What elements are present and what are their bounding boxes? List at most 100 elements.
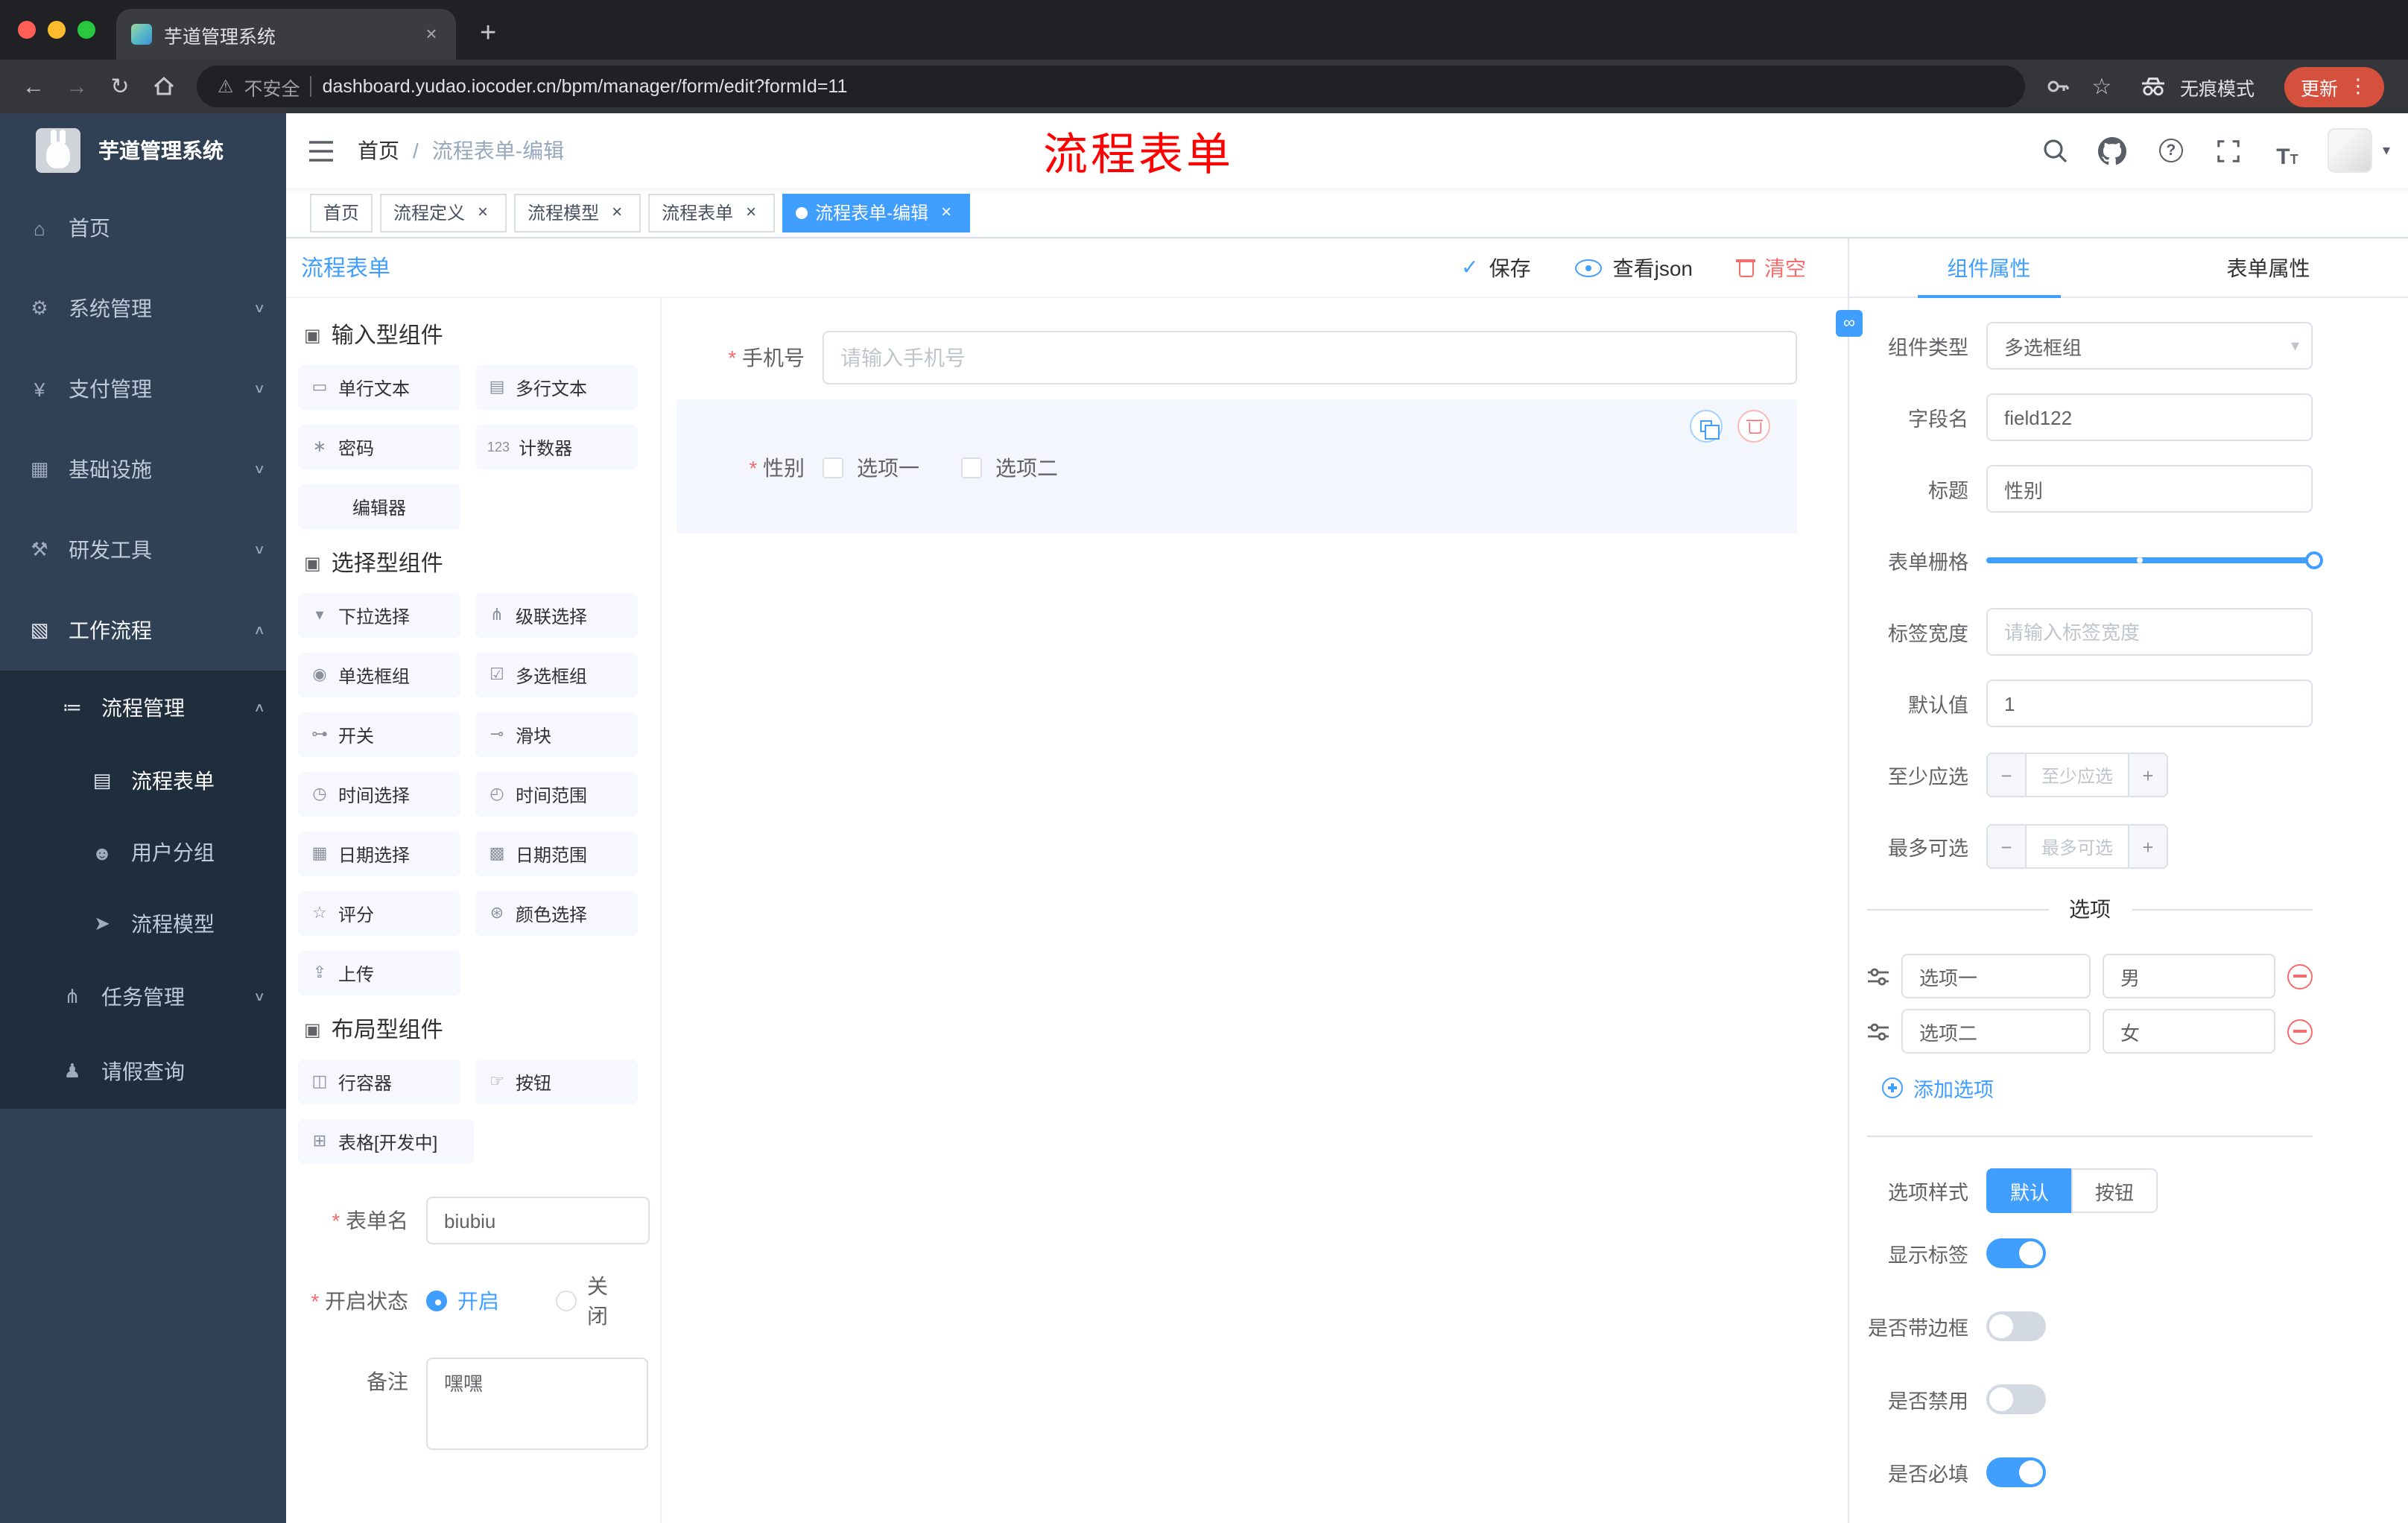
palette-chip[interactable]: ⊞ 表格[开发中] <box>298 1119 474 1164</box>
min-select-input[interactable]: 至少应选 <box>2027 754 2128 796</box>
tag-close-icon[interactable]: × <box>936 201 957 223</box>
tab-close-icon[interactable]: × <box>419 22 444 47</box>
status-radio-off[interactable]: 关闭 <box>556 1271 608 1331</box>
style-default-button[interactable]: 默认 <box>1986 1168 2072 1213</box>
palette-chip[interactable]: ▭ 单行文本 <box>298 365 460 410</box>
sidebar-item-task-management[interactable]: ⋔ 任务管理 ∨ <box>0 960 286 1034</box>
sidebar-item-process-form[interactable]: ▤ 流程表单 <box>0 745 286 817</box>
palette-chip[interactable]: ⊸ 滑块 <box>475 712 638 757</box>
palette-chip[interactable]: ☆ 评分 <box>298 891 460 936</box>
style-button-button[interactable]: 按钮 <box>2071 1168 2158 1213</box>
window-close-button[interactable] <box>18 21 36 39</box>
palette-chip[interactable]: 编辑器 <box>298 484 460 529</box>
field-name-input[interactable] <box>1986 393 2313 441</box>
toggle-switch[interactable] <box>1986 1238 2046 1268</box>
palette-chip[interactable]: ☑ 多选框组 <box>475 653 638 697</box>
url-box[interactable]: ⚠ 不安全 dashboard.yudao.iocoder.cn/bpm/man… <box>197 66 2025 107</box>
palette-chip[interactable]: ◉ 单选框组 <box>298 653 460 697</box>
add-option-button[interactable]: 添加选项 <box>1882 1073 2313 1103</box>
slider-knob[interactable] <box>2305 551 2323 569</box>
window-minimize-button[interactable] <box>48 21 66 39</box>
option-label-input[interactable] <box>1901 954 2091 998</box>
help-icon[interactable]: ? <box>2153 133 2189 168</box>
drag-handle-icon[interactable] <box>1867 966 1889 986</box>
window-zoom-button[interactable] <box>77 21 95 39</box>
increment-button[interactable]: + <box>2128 826 2167 867</box>
tag[interactable]: 流程表单 × <box>648 193 776 232</box>
sidebar-item-leave-query[interactable]: ♟ 请假查询 <box>0 1034 286 1109</box>
grid-slider[interactable] <box>1986 551 2323 569</box>
decrement-button[interactable]: − <box>1988 754 2027 796</box>
palette-chip[interactable]: ⋔ 级联选择 <box>475 593 638 638</box>
save-button[interactable]: ✓ 保存 <box>1461 253 1530 282</box>
view-json-button[interactable]: 查看json <box>1575 253 1693 282</box>
sidebar-item-system-management[interactable]: ⚙ 系统管理 ∨ <box>0 268 286 349</box>
tab-component-props[interactable]: 组件属性 <box>1849 238 2129 297</box>
copy-component-button[interactable] <box>1690 410 1723 443</box>
sidebar-item-home[interactable]: ⌂ 首页 <box>0 188 286 268</box>
remark-textarea[interactable]: 嘿嘿 <box>426 1358 648 1450</box>
sidebar-item-process-model[interactable]: ➤ 流程模型 <box>0 888 286 960</box>
palette-chip[interactable]: ◴ 时间范围 <box>475 772 638 817</box>
avatar[interactable] <box>2327 128 2372 173</box>
font-size-icon[interactable]: TT <box>2269 133 2305 168</box>
new-tab-button[interactable]: + <box>456 19 520 48</box>
palette-chip[interactable]: ◷ 时间选择 <box>298 772 460 817</box>
back-icon[interactable]: ← <box>12 65 55 108</box>
remove-option-icon[interactable] <box>2287 963 2313 989</box>
hamburger-icon[interactable] <box>286 113 355 188</box>
bookmark-star-icon[interactable]: ☆ <box>2080 65 2123 108</box>
delete-component-button[interactable] <box>1737 410 1770 443</box>
component-type-select[interactable]: 多选框组 ▾ <box>1986 322 2313 370</box>
toggle-switch[interactable] <box>1986 1311 2046 1341</box>
palette-chip[interactable]: ▦ 日期选择 <box>298 832 460 876</box>
palette-chip[interactable]: ∗ 密码 <box>298 425 460 469</box>
reload-icon[interactable]: ↻ <box>98 65 142 108</box>
option-label-input[interactable] <box>1901 1009 2091 1054</box>
palette-chip[interactable]: ⇪ 上传 <box>298 951 460 995</box>
clear-button[interactable]: 清空 <box>1736 253 1806 282</box>
default-value-input[interactable] <box>1986 680 2313 727</box>
phone-input[interactable] <box>823 331 1797 384</box>
max-select-input[interactable]: 最多可选 <box>2027 826 2128 867</box>
sidebar-item-process-management[interactable]: ≔ 流程管理 ∧ <box>0 671 286 745</box>
tag[interactable]: 首页 <box>310 193 373 232</box>
palette-chip[interactable]: ☞ 按钮 <box>475 1060 638 1104</box>
tag[interactable]: 流程表单-编辑 × <box>782 193 971 232</box>
tag-close-icon[interactable]: × <box>472 201 493 223</box>
github-icon[interactable] <box>2095 133 2131 168</box>
key-icon[interactable] <box>2037 65 2080 108</box>
browser-tab[interactable]: 芋道管理系统 × <box>116 9 456 60</box>
selected-component[interactable]: 性别 选项一 选项二 <box>677 399 1797 533</box>
checkbox-option[interactable]: 选项一 <box>823 453 919 483</box>
label-width-input[interactable] <box>1986 608 2313 656</box>
palette-chip[interactable]: ⊶ 开关 <box>298 712 460 757</box>
sidebar-item-dev-tools[interactable]: ⚒ 研发工具 ∨ <box>0 510 286 590</box>
palette-chip[interactable]: ▾ 下拉选择 <box>298 593 460 638</box>
palette-chip[interactable]: ▤ 多行文本 <box>475 365 638 410</box>
remove-option-icon[interactable] <box>2287 1019 2313 1044</box>
toggle-switch[interactable] <box>1986 1457 2046 1487</box>
tab-form-props[interactable]: 表单属性 <box>2129 238 2408 297</box>
palette-chip[interactable]: ◫ 行容器 <box>298 1060 460 1104</box>
sidebar-item-infrastructure[interactable]: ▦ 基础设施 ∨ <box>0 429 286 510</box>
home-icon[interactable] <box>142 65 185 108</box>
tag[interactable]: 流程模型 × <box>514 193 641 232</box>
status-radio-on[interactable]: 开启 <box>426 1286 520 1316</box>
palette-chip[interactable]: 123 计数器 <box>475 425 638 469</box>
tag-close-icon[interactable]: × <box>606 201 627 223</box>
checkbox-option[interactable]: 选项二 <box>961 453 1058 483</box>
palette-chip[interactable]: ⊛ 颜色选择 <box>475 891 638 936</box>
forward-icon[interactable]: → <box>55 65 98 108</box>
drag-handle-icon[interactable] <box>1867 1022 1889 1041</box>
search-icon[interactable] <box>2037 133 2073 168</box>
link-icon[interactable]: ∞ <box>1836 310 1863 337</box>
tag-close-icon[interactable]: × <box>741 201 761 223</box>
title-input[interactable] <box>1986 465 2313 513</box>
breadcrumb-home[interactable]: 首页 <box>358 136 399 165</box>
option-value-input[interactable] <box>2103 954 2275 998</box>
decrement-button[interactable]: − <box>1988 826 2027 867</box>
sidebar-item-user-group[interactable]: ☻ 用户分组 <box>0 817 286 888</box>
update-button[interactable]: 更新 ⋮ <box>2284 66 2384 107</box>
sidebar-item-payment-management[interactable]: ¥ 支付管理 ∨ <box>0 349 286 429</box>
